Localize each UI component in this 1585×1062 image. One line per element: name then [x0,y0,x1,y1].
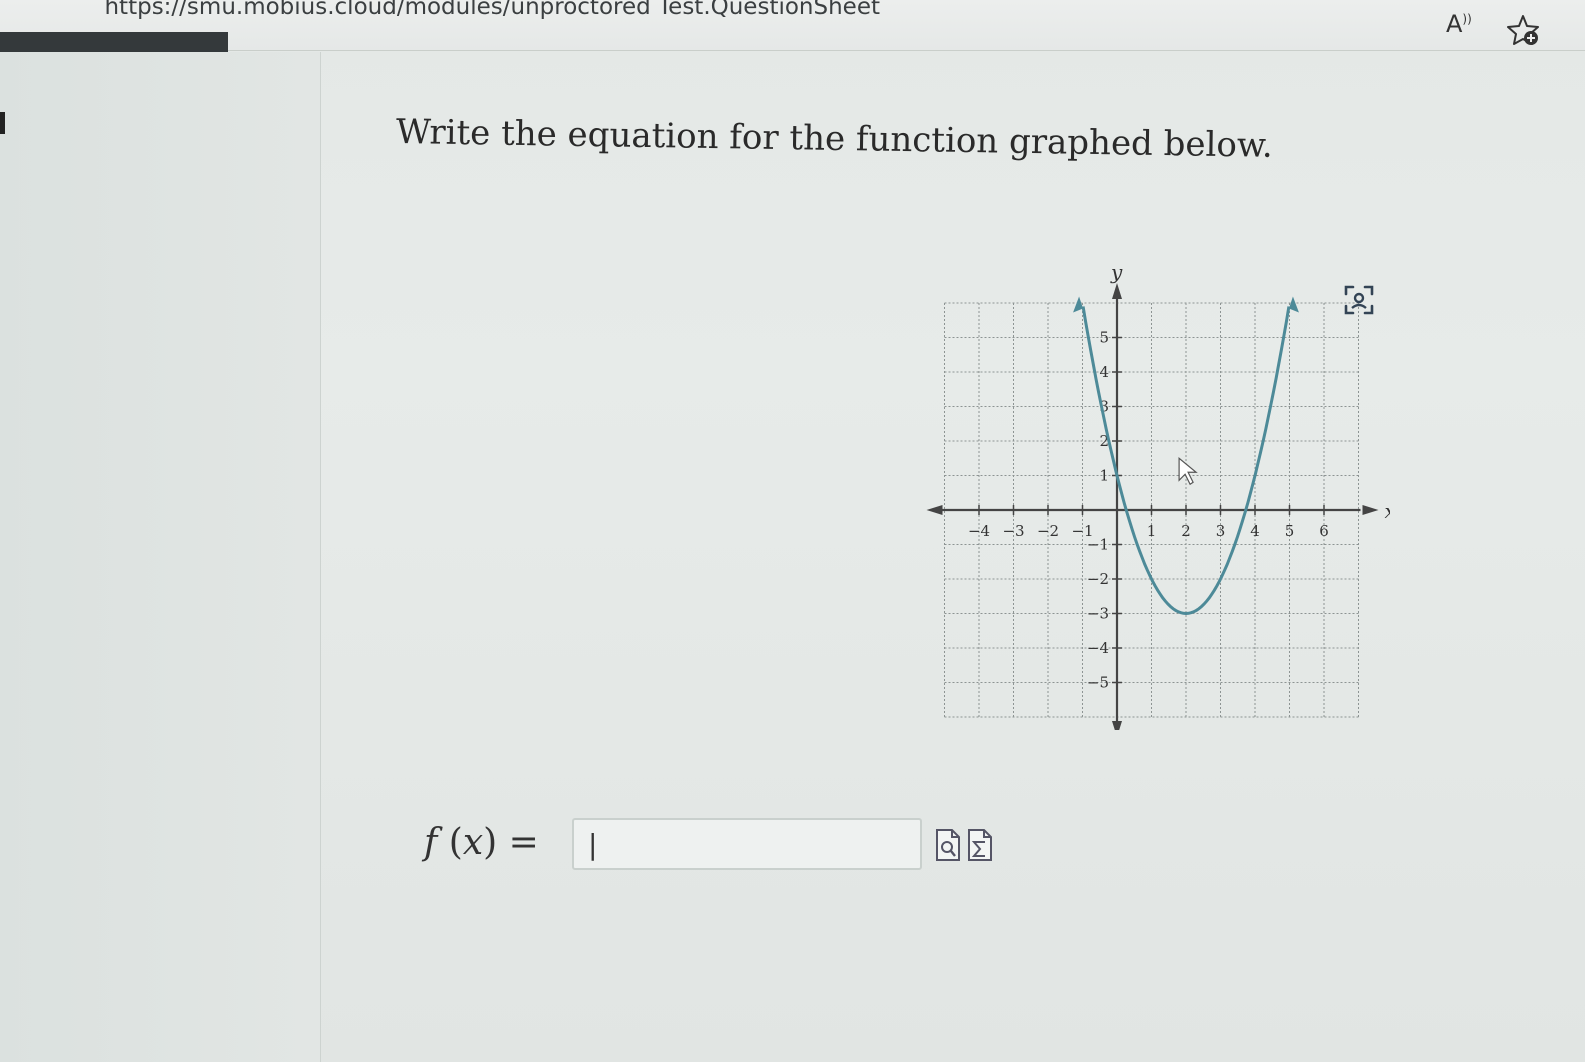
screen-capture-icon[interactable] [1342,283,1376,317]
answer-label: f (x) = [424,822,539,863]
x-tick-label: −4 [968,522,990,540]
y-tick-label: 1 [1099,467,1109,485]
y-tick-label: −1 [1087,536,1109,554]
x-tick-label: 3 [1216,522,1226,540]
x-axis-label: x [1385,499,1391,523]
read-aloud-icon[interactable]: A)) [1446,10,1472,38]
y-tick-label: −5 [1087,674,1109,692]
progress-strip [0,32,228,52]
read-aloud-sup: )) [1462,12,1472,26]
y-tick-label: −2 [1087,570,1109,588]
y-tick-label: 4 [1099,363,1109,381]
x-axis-arrow-right [1362,505,1379,515]
equation-editor-sigma-icon[interactable] [967,828,993,862]
y-tick-label: 5 [1099,329,1109,347]
curve-arrow-right [1288,296,1299,313]
x-tick-label: 2 [1181,522,1191,540]
y-axis-arrow-up [1112,283,1122,299]
function-name: f [424,822,438,863]
function-variable: x [462,822,484,863]
x-tick-label: 5 [1285,522,1295,540]
browser-toolbar: https://smu.mobius.cloud/modules/unproct… [0,0,1585,51]
x-axis-arrow-left [926,505,943,515]
side-marker [0,112,5,134]
mouse-cursor [1178,456,1198,486]
preview-document-icon[interactable] [935,828,961,862]
address-bar-url[interactable]: https://smu.mobius.cloud/modules/unproct… [0,0,880,20]
answer-input[interactable] [572,818,922,870]
x-tick-label: 1 [1147,522,1157,540]
x-tick-label: 6 [1319,522,1329,540]
left-panel [0,52,321,1062]
x-tick-label: −3 [1002,522,1024,540]
y-axis-label: y [1110,260,1123,284]
x-tick-label: −2 [1037,522,1059,540]
y-tick-label: −3 [1087,605,1109,623]
function-graph: xy−4−3−2−112345654321−1−2−3−4−5 [926,260,1391,730]
read-aloud-label: A [1446,10,1463,38]
y-tick-label: −4 [1087,639,1109,657]
curve-arrow-left [1073,296,1084,313]
question-prompt: Write the equation for the function grap… [395,112,1274,166]
add-favorite-star-icon[interactable] [1505,12,1541,48]
y-axis-arrow-down [1112,721,1122,730]
x-tick-label: 4 [1250,522,1260,540]
